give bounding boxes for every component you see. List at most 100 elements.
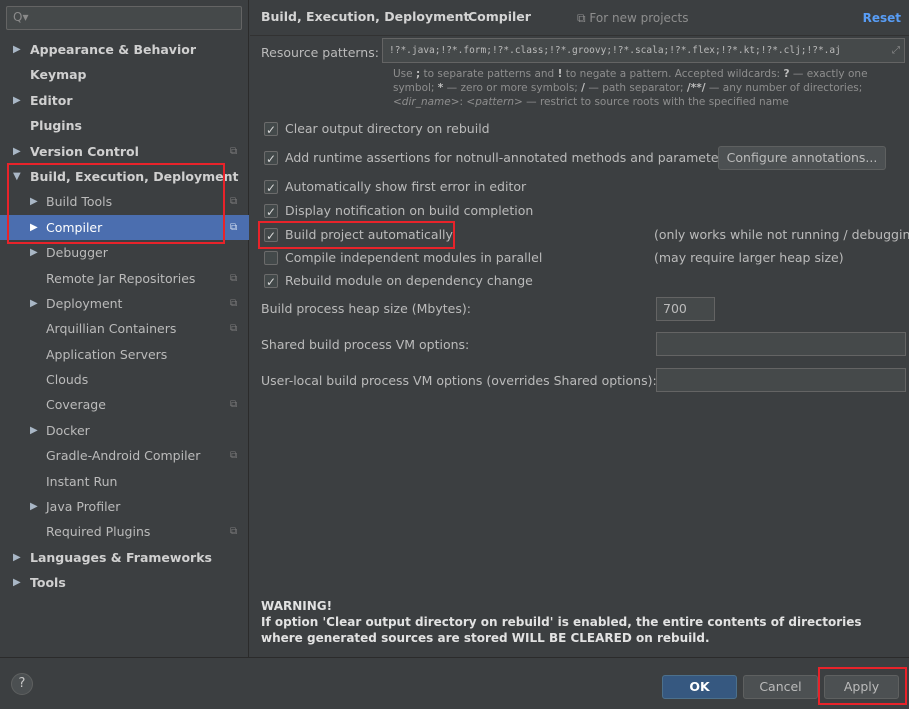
sidebar-item-label: Version Control	[30, 143, 139, 159]
dialog-footer: ? OK Cancel Apply	[0, 657, 909, 709]
build-automatically-checkbox[interactable]	[264, 227, 278, 245]
sidebar-item-arquillian-containers[interactable]: Arquillian Containers ⧉	[0, 316, 249, 341]
sidebar-item-keymap[interactable]: Keymap	[0, 62, 249, 87]
resource-patterns-value: !?*.java;!?*.form;!?*.class;!?*.groovy;!…	[389, 45, 841, 56]
settings-search-input[interactable]: Q▾	[6, 6, 242, 30]
parallel-compile-checkbox[interactable]	[264, 251, 278, 265]
warning-title: WARNING!	[261, 599, 333, 613]
sidebar-item-label: Arquillian Containers	[46, 321, 177, 337]
project-icon: ⧉	[577, 11, 586, 25]
sidebar-item-label: Build Tools	[46, 194, 113, 210]
project-scope-icon: ⧉	[230, 526, 238, 538]
sidebar-item-label: Keymap	[30, 67, 87, 83]
sidebar-item-label: Clouds	[46, 372, 89, 388]
sidebar-item-coverage[interactable]: Coverage ⧉	[0, 392, 249, 417]
sidebar-item-deployment[interactable]: ▶ Deployment ⧉	[0, 291, 249, 316]
sidebar-item-build-execution-deployment[interactable]: ▼ Build, Execution, Deployment	[0, 164, 249, 189]
sidebar-item-remote-jar-repositories[interactable]: Remote Jar Repositories ⧉	[0, 266, 249, 291]
show-first-error-checkbox[interactable]	[264, 179, 278, 197]
reset-link[interactable]: Reset	[863, 11, 901, 25]
parallel-compile-label: Compile independent modules in parallel	[285, 250, 543, 265]
build-automatically-note: (only works while not running / debuggin…	[654, 227, 909, 242]
runtime-assertions-label: Add runtime assertions for notnull-annot…	[285, 150, 731, 165]
shared-vm-options-input[interactable]	[656, 332, 906, 356]
collapsed-arrow-icon[interactable]: ▶	[13, 139, 21, 164]
sidebar-item-languages-frameworks[interactable]: ▶ Languages & Frameworks	[0, 545, 249, 570]
settings-sidebar: Q▾ ▶ Appearance & Behavior Keymap ▶ Editor Pl…	[0, 0, 249, 657]
resource-patterns-input[interactable]: !?*.java;!?*.form;!?*.class;!?*.groovy;!…	[382, 38, 905, 63]
sidebar-item-version-control[interactable]: ▶ Version Control ⧉	[0, 139, 249, 164]
sidebar-item-label: Remote Jar Repositories	[46, 270, 196, 286]
sidebar-item-build-tools[interactable]: ▶ Build Tools ⧉	[0, 189, 249, 214]
sidebar-item-label: Deployment	[46, 295, 123, 311]
project-scope-icon: ⧉	[230, 145, 238, 157]
build-notification-label: Display notification on build completion	[285, 203, 534, 218]
breadcrumb-current: Compiler	[468, 9, 531, 24]
new-projects-note: ⧉ For new projects	[577, 11, 689, 26]
collapsed-arrow-icon[interactable]: ▶	[13, 37, 21, 62]
cancel-button[interactable]: Cancel	[743, 675, 818, 699]
heap-size-label: Build process heap size (Mbytes):	[261, 301, 471, 316]
sidebar-item-clouds[interactable]: Clouds	[0, 367, 249, 392]
sidebar-item-tools[interactable]: ▶ Tools	[0, 570, 249, 595]
ok-button[interactable]: OK	[662, 675, 737, 699]
collapsed-arrow-icon[interactable]: ▶	[13, 545, 21, 570]
collapsed-arrow-icon[interactable]: ▶	[30, 240, 38, 265]
collapsed-arrow-icon[interactable]: ▶	[13, 88, 21, 113]
sidebar-item-editor[interactable]: ▶ Editor	[0, 88, 249, 113]
user-vm-options-input[interactable]	[656, 368, 906, 392]
sidebar-item-compiler[interactable]: ▶ Compiler ⧉	[0, 214, 249, 241]
parallel-compile-note: (may require larger heap size)	[654, 250, 844, 265]
build-automatically-label: Build project automatically	[285, 227, 453, 242]
sidebar-item-label: Build, Execution, Deployment	[30, 168, 239, 184]
sidebar-item-java-profiler[interactable]: ▶ Java Profiler	[0, 494, 249, 519]
project-scope-icon: ⧉	[230, 450, 238, 462]
project-scope-icon: ⧉	[230, 297, 238, 309]
help-button[interactable]: ?	[11, 673, 33, 695]
breadcrumb-parent: Build, Execution, Deployment	[261, 9, 470, 24]
breadcrumb-separator: ›	[447, 9, 452, 24]
project-scope-icon: ⧉	[230, 196, 238, 208]
sidebar-item-label: Application Servers	[46, 346, 168, 362]
project-scope-icon: ⧉	[230, 399, 238, 411]
sidebar-item-instant-run[interactable]: Instant Run	[0, 469, 249, 494]
collapsed-arrow-icon[interactable]: ▶	[30, 189, 38, 214]
runtime-assertions-checkbox[interactable]	[264, 150, 278, 168]
sidebar-item-plugins[interactable]: Plugins	[0, 113, 249, 138]
clear-output-checkbox[interactable]	[264, 121, 278, 139]
compiler-settings-panel: Build, Execution, Deployment › Compiler …	[250, 0, 909, 657]
sidebar-item-label: Required Plugins	[46, 524, 151, 540]
sidebar-item-application-servers[interactable]: Application Servers	[0, 342, 249, 367]
expanded-arrow-icon[interactable]: ▼	[13, 164, 21, 189]
expand-icon[interactable]: ⤢	[892, 39, 900, 62]
sidebar-item-label: Coverage	[46, 397, 106, 413]
new-projects-label: For new projects	[589, 11, 689, 25]
project-scope-icon: ⧉	[230, 272, 238, 284]
show-first-error-label: Automatically show first error in editor	[285, 179, 527, 194]
project-scope-icon: ⧉	[230, 323, 238, 335]
project-scope-icon: ⧉	[230, 221, 238, 233]
build-notification-checkbox[interactable]	[264, 203, 278, 221]
apply-button[interactable]: Apply	[824, 675, 899, 699]
sidebar-item-label: Debugger	[46, 245, 108, 261]
sidebar-item-label: Java Profiler	[46, 499, 121, 515]
collapsed-arrow-icon[interactable]: ▶	[30, 418, 38, 443]
sidebar-item-debugger[interactable]: ▶ Debugger	[0, 240, 249, 265]
sidebar-item-label: Languages & Frameworks	[30, 549, 212, 565]
sidebar-item-label: Docker	[46, 422, 90, 438]
resource-patterns-help: Use ; to separate patterns and ! to nega…	[393, 68, 868, 108]
configure-annotations-button[interactable]: Configure annotations...	[718, 146, 886, 170]
collapsed-arrow-icon[interactable]: ▶	[30, 494, 38, 519]
collapsed-arrow-icon[interactable]: ▶	[30, 215, 38, 240]
sidebar-item-appearance-behavior[interactable]: ▶ Appearance & Behavior	[0, 37, 249, 62]
heap-size-input[interactable]: 700	[656, 297, 715, 321]
sidebar-item-label: Plugins	[30, 118, 82, 134]
rebuild-on-dependency-checkbox[interactable]	[264, 273, 278, 291]
sidebar-item-required-plugins[interactable]: Required Plugins ⧉	[0, 519, 249, 544]
sidebar-item-docker[interactable]: ▶ Docker	[0, 418, 249, 443]
collapsed-arrow-icon[interactable]: ▶	[30, 291, 38, 316]
sidebar-item-label: Appearance & Behavior	[30, 42, 196, 57]
shared-vm-options-label: Shared build process VM options:	[261, 337, 470, 352]
sidebar-item-gradle-android-compiler[interactable]: Gradle-Android Compiler ⧉	[0, 443, 249, 468]
collapsed-arrow-icon[interactable]: ▶	[13, 570, 21, 595]
